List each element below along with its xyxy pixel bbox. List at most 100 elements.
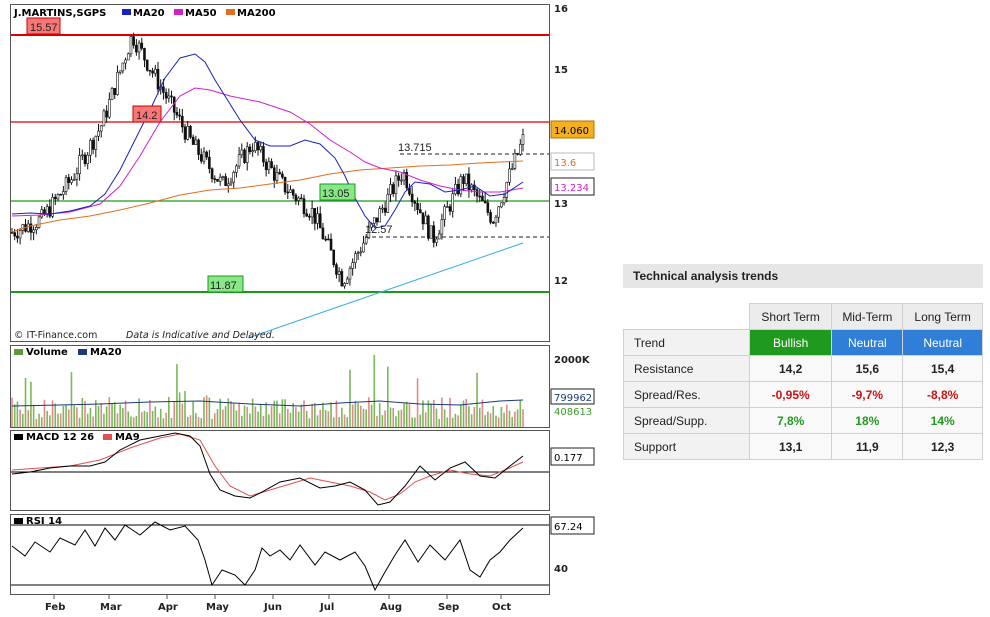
volume-bar [357,403,359,427]
volume-bar [235,410,238,427]
volume-bar [522,409,524,427]
volume-ma20-legend: MA20 [90,347,122,358]
volume-bar [419,414,422,427]
volume-bar [497,417,500,427]
volume-bar [335,400,338,427]
candle-body [283,176,287,193]
candle-body [427,215,430,239]
candle-body [156,68,160,90]
volume-bar [384,410,386,427]
candle-body [289,189,292,193]
candle-body [481,195,484,202]
candle-body [116,72,119,95]
volume-bar [124,400,127,427]
candle-body [335,264,338,275]
candle-body [435,238,438,243]
macd-legend-swatch [14,434,23,440]
volume-bar [322,402,324,427]
volume-bar [119,404,121,427]
legend-ma50: MA50 [185,8,217,19]
candle-body [321,227,325,240]
level-label-11-87: 11.87 [210,280,237,292]
rsi-legend-swatch [14,518,23,524]
candle-body [362,242,365,253]
volume-bar [62,405,65,427]
volume-bar [216,409,219,427]
volume-bar [481,399,484,427]
candle-body [137,42,141,53]
macd-value: 0.177 [554,453,583,464]
volume-bar [281,399,284,427]
volume-bar [92,416,94,427]
volume-bar [270,406,273,427]
resistance-row: Resistance 14,2 15,6 15,4 [623,355,983,382]
volume-bar [143,410,146,427]
candle-body [32,229,35,233]
candle-body [26,223,30,232]
candle-body [413,201,417,204]
volume-bar [430,403,432,427]
candle-body [272,167,276,181]
candle-body [329,238,333,251]
candle-body [78,155,81,175]
volume-bar [476,372,478,427]
candle-body [132,36,135,46]
ma20-line [11,53,524,229]
candle-body [213,178,217,180]
volume-bar [70,372,73,427]
candle-body [464,173,468,184]
trends-table: Short Term Mid-Term Long Term Trend Bull… [623,303,983,460]
candle-body [151,70,154,74]
candle-body [143,48,146,61]
candle-body [170,95,173,98]
candle-body [421,212,425,225]
annotation-13-715: 13.715 [398,142,432,154]
candle-body [262,146,265,163]
rsi-y-tick: 40 [554,564,568,575]
stock-chart: 15.57 14.2 13.05 11.87 13.715 12.57 J.MA… [10,4,595,613]
volume-bar [19,409,21,427]
spread-supp-long: 14% [902,407,983,434]
volume-bar [362,408,365,427]
macd-ma9-legend: MA9 [115,432,140,443]
candle-body [216,178,219,182]
volume-bar [243,405,246,427]
volume-bar [38,413,40,427]
header-mid-term: Mid-Term [831,303,904,330]
ma200-value: 13.6 [554,158,576,169]
candle-body [313,208,317,224]
candlestick-series [10,32,525,289]
volume-bar [416,378,419,427]
ma20-legend-swatch [122,9,131,15]
candle-body [59,194,62,196]
candle-body [83,154,87,165]
candle-body [270,161,273,169]
volume-bar [449,397,451,427]
candle-body [510,167,514,170]
candle-body [226,183,230,187]
volume-bar [132,417,135,427]
volume-bar [465,398,468,427]
volume-bar [224,406,227,427]
volume-bar [259,403,262,427]
candle-body [451,193,455,212]
candle-body [205,151,208,158]
candle-body [251,150,254,153]
candle-body [64,177,68,192]
candle-body [437,233,441,240]
row-label: Resistance [623,355,750,382]
volume-bar [211,418,213,427]
volume-bar [32,404,35,427]
volume-bar [460,404,462,427]
candle-body [345,278,349,284]
volume-bar [13,404,16,427]
candle-body [364,237,368,244]
spread-res-short: -0,95% [748,381,833,408]
volume-bar [511,417,513,427]
volume-bar [78,417,81,427]
candle-body [240,149,244,156]
volume-bar [222,409,224,427]
volume-bar [35,418,38,427]
candle-body [191,136,195,145]
volume-bar [51,400,54,427]
